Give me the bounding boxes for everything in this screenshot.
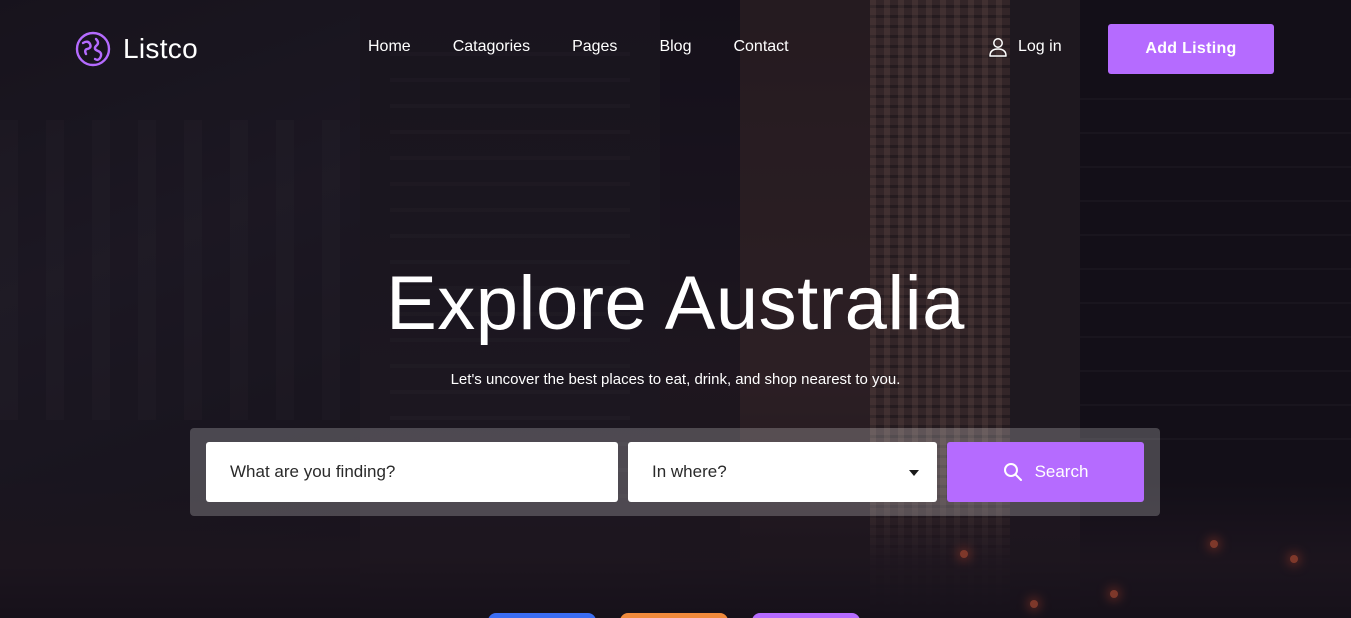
brand-logo[interactable]: Listco (75, 31, 198, 67)
search-button[interactable]: Search (947, 442, 1144, 502)
what-placeholder: What are you finding? (230, 462, 396, 481)
hero-title: Explore Australia (386, 261, 965, 346)
globe-icon (75, 31, 111, 67)
search-panel: What are you finding? In where? Search (190, 428, 1160, 516)
nav-pages[interactable]: Pages (572, 38, 617, 56)
where-selected-value: In where? (652, 462, 727, 481)
search-button-label: Search (1034, 462, 1089, 481)
login-label: Log in (1018, 38, 1062, 55)
where-select[interactable]: In where? (628, 442, 937, 502)
user-icon (989, 38, 1007, 57)
nav-home[interactable]: Home (368, 38, 411, 56)
search-icon (1003, 463, 1022, 481)
brand-name: Listco (123, 33, 198, 64)
nav-categories[interactable]: Catagories (453, 38, 530, 56)
login-link[interactable]: Log in (988, 37, 1062, 57)
caret-down-icon (909, 470, 919, 476)
category-pill[interactable] (488, 613, 596, 618)
hero-subtitle: Let's uncover the best places to eat, dr… (450, 371, 901, 388)
category-pill[interactable] (752, 613, 860, 618)
main-nav: Home Catagories Pages Blog Contact (368, 38, 831, 56)
add-listing-button[interactable]: Add Listing (1108, 24, 1274, 74)
nav-contact[interactable]: Contact (733, 38, 788, 56)
what-search-input[interactable]: What are you finding? (206, 442, 618, 502)
nav-blog[interactable]: Blog (659, 38, 691, 56)
category-pill[interactable] (620, 613, 728, 618)
site-header: Listco Home Catagories Pages Blog Contac… (0, 0, 1351, 98)
